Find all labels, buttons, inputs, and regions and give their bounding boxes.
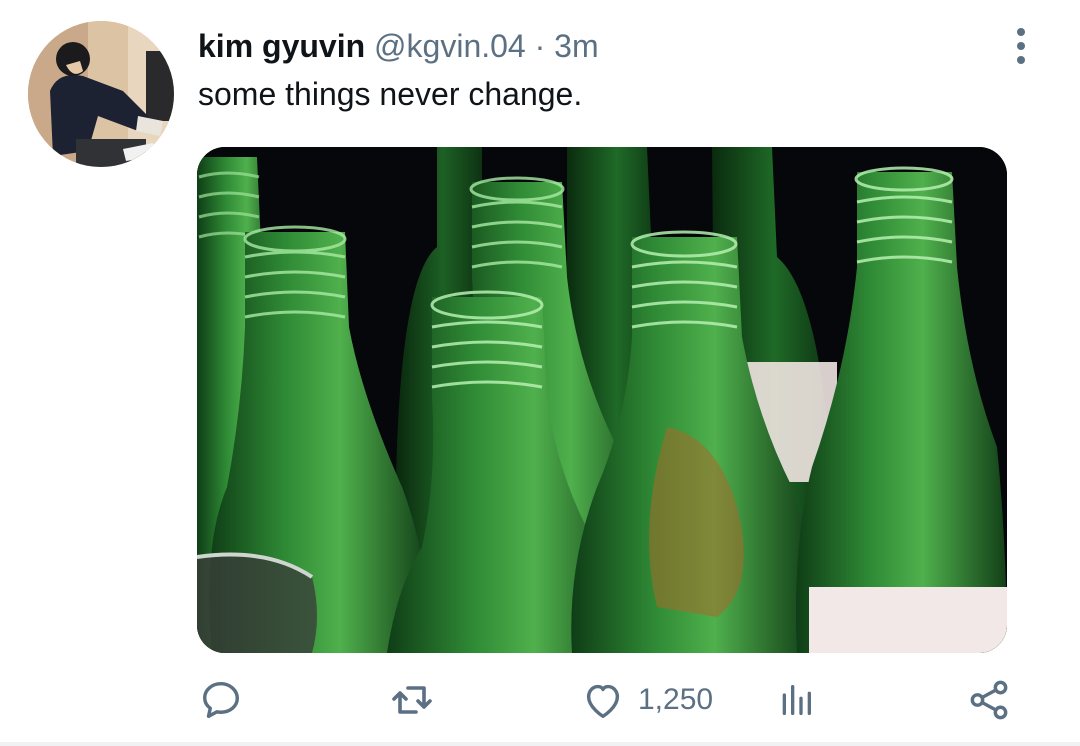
heart-icon bbox=[586, 684, 620, 719]
more-options-button[interactable] bbox=[1004, 24, 1038, 68]
user-handle[interactable]: @kgvin.04 bbox=[374, 28, 526, 64]
reply-button[interactable] bbox=[198, 670, 244, 730]
timestamp[interactable]: 3m bbox=[554, 28, 598, 64]
separator-dot: · bbox=[534, 28, 546, 64]
tweet-card[interactable]: kim gyuvin @kgvin.04 · 3m some things ne… bbox=[0, 0, 1080, 742]
display-name[interactable]: kim gyuvin bbox=[198, 28, 365, 64]
divider bbox=[0, 742, 1080, 746]
share-icon bbox=[970, 680, 1008, 720]
bottles-photo bbox=[197, 147, 1007, 653]
ellipsis-dot bbox=[1017, 42, 1025, 50]
analytics-button[interactable] bbox=[776, 670, 816, 730]
retweet-icon bbox=[392, 686, 432, 714]
tweet-actions: 1,250 bbox=[0, 670, 1080, 730]
share-button[interactable] bbox=[966, 670, 1012, 730]
like-button[interactable]: 1,250 bbox=[580, 670, 713, 730]
tweet-text: some things never change. bbox=[198, 76, 583, 112]
ellipsis-dot bbox=[1017, 56, 1025, 64]
retweet-button[interactable] bbox=[388, 670, 436, 730]
bar-chart-icon bbox=[782, 685, 811, 715]
avatar-image bbox=[28, 21, 174, 167]
like-count: 1,250 bbox=[638, 683, 714, 716]
avatar[interactable] bbox=[28, 21, 174, 167]
vertical-ellipsis-icon bbox=[1017, 28, 1025, 36]
tweet-header: kim gyuvin @kgvin.04 · 3m bbox=[198, 28, 599, 64]
speech-bubble-icon bbox=[202, 681, 240, 719]
tweet-media-image[interactable] bbox=[197, 147, 1007, 653]
